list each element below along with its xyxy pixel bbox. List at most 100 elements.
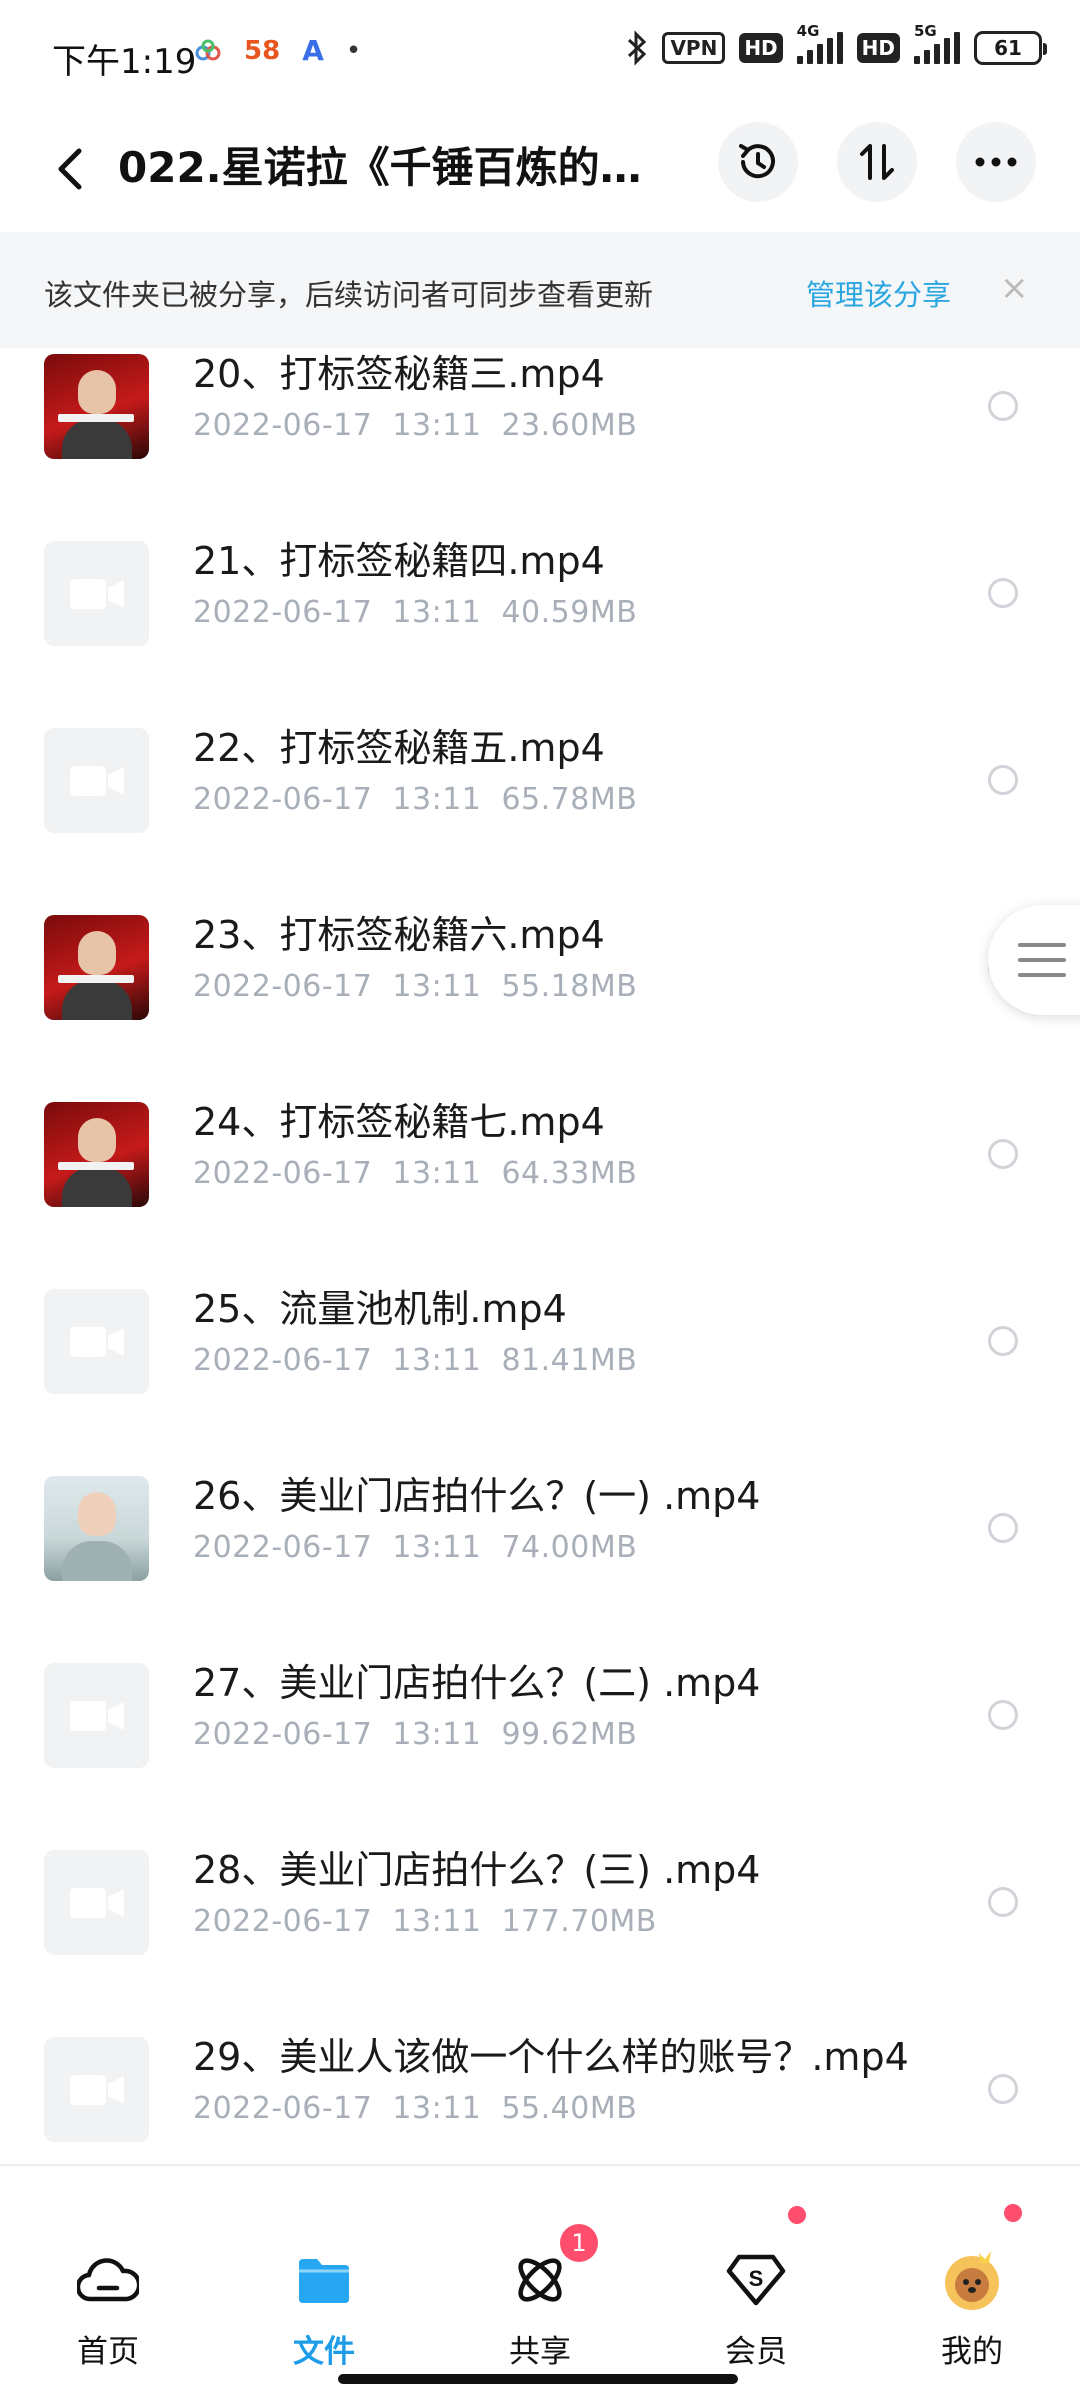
file-name: 20、打标签秘籍三.mp4 (193, 352, 605, 396)
manage-share-link[interactable]: 管理该分享 (806, 272, 951, 314)
file-name: 29、美业人该做一个什么样的账号？.mp4 (193, 2035, 909, 2079)
select-radio[interactable] (988, 1700, 1018, 1730)
file-meta: 2022-06-17 13:11 55.18MB (193, 969, 638, 1004)
video-placeholder-thumbnail (44, 541, 149, 646)
select-radio[interactable] (988, 2074, 1018, 2104)
video-thumbnail (44, 1476, 149, 1581)
file-name: 22、打标签秘籍五.mp4 (193, 726, 605, 770)
thumbnail-person-body (62, 1541, 132, 1581)
file-row[interactable]: 25、流量池机制.mp4 2022-06-17 13:11 81.41MB (0, 1208, 1080, 1395)
video-placeholder-thumbnail (44, 2037, 149, 2142)
nav-files-label: 文件 (293, 2334, 355, 2370)
history-button[interactable] (718, 122, 798, 202)
share-atom-icon (506, 2246, 574, 2314)
vip-dot (788, 2206, 806, 2224)
file-meta: 2022-06-17 13:11 74.00MB (193, 1530, 638, 1565)
page-title: 022.星诺拉《千锤百炼的… (118, 143, 642, 192)
file-list: 20、打标签秘籍三.mp4 2022-06-17 13:11 23.60MB 21、… (0, 348, 1080, 2158)
file-meta: 2022-06-17 13:11 99.62MB (193, 1717, 638, 1752)
select-radio[interactable] (988, 765, 1018, 795)
file-row[interactable]: 23、打标签秘籍六.mp4 2022-06-17 13:11 55.18MB (0, 834, 1080, 1021)
file-name: 25、流量池机制.mp4 (193, 1287, 567, 1331)
video-thumbnail (44, 354, 149, 459)
video-placeholder-thumbnail (44, 728, 149, 833)
sort-icon (860, 144, 894, 180)
app-58-icon: 58 (244, 35, 281, 66)
share-banner-text: 该文件夹已被分享，后续访问者可同步查看更新 (44, 278, 654, 312)
svg-text:S: S (749, 2266, 764, 2291)
thumbnail-person-body (62, 1167, 132, 1207)
video-thumbnail (44, 1102, 149, 1207)
hd-icon-2: HD (856, 33, 900, 63)
thumbnail-caption (58, 975, 134, 983)
video-camera-icon (69, 765, 124, 796)
file-name: 23、打标签秘籍六.mp4 (193, 913, 605, 957)
share-badge: 1 (560, 2224, 598, 2262)
nav-vip[interactable]: S 会员 (666, 2166, 846, 2370)
thumbnail-person-head (78, 1492, 116, 1536)
status-app-icons: 58 A • (194, 34, 361, 67)
app-a-icon: A (302, 34, 324, 67)
nav-home-label: 首页 (77, 2334, 139, 2370)
file-name: 21、打标签秘籍四.mp4 (193, 539, 605, 583)
file-row[interactable]: 26、美业门店拍什么？(一) .mp4 2022-06-17 13:11 74.0… (0, 1395, 1080, 1582)
select-radio[interactable] (988, 1887, 1018, 1917)
file-row[interactable]: 24、打标签秘籍七.mp4 2022-06-17 13:11 64.33MB (0, 1021, 1080, 1208)
bluetooth-icon (628, 30, 647, 66)
select-radio[interactable] (988, 578, 1018, 608)
nav-me-label: 我的 (941, 2334, 1003, 2370)
nav-me[interactable]: 我的 (882, 2166, 1062, 2370)
bottom-nav: 首页 文件 1 共享 S 会员 我的 (0, 2164, 1080, 2400)
video-placeholder-thumbnail (44, 1289, 149, 1394)
select-radio[interactable] (988, 1513, 1018, 1543)
video-placeholder-thumbnail (44, 1663, 149, 1768)
close-icon[interactable]: × (1000, 268, 1029, 308)
nav-files[interactable]: 文件 (234, 2166, 414, 2370)
back-icon (58, 148, 82, 190)
vip-shield-icon: S (722, 2246, 790, 2314)
back-button[interactable] (40, 134, 100, 204)
net-5g-label: 5G (914, 22, 937, 40)
video-camera-icon (69, 1700, 124, 1731)
hd-icon: HD (739, 33, 783, 63)
me-dot (1004, 2204, 1022, 2222)
file-row[interactable]: 20、打标签秘籍三.mp4 2022-06-17 13:11 23.60MB (0, 348, 1080, 460)
video-thumbnail (44, 915, 149, 1020)
share-banner: 该文件夹已被分享，后续访问者可同步查看更新 管理该分享 × (0, 232, 1080, 348)
video-placeholder-thumbnail (44, 1850, 149, 1955)
file-row[interactable]: 29、美业人该做一个什么样的账号？.mp4 2022-06-17 13:11 55… (0, 1956, 1080, 2143)
thumbnail-person-body (62, 980, 132, 1020)
history-icon (739, 144, 775, 179)
nav-home[interactable]: 首页 (18, 2166, 198, 2370)
file-name: 24、打标签秘籍七.mp4 (193, 1100, 605, 1144)
select-radio[interactable] (988, 1139, 1018, 1169)
video-camera-icon (69, 2074, 124, 2105)
thumbnail-person-head (78, 370, 116, 414)
status-time: 下午1:19 (52, 42, 197, 82)
signal-4g: 4G (796, 22, 843, 64)
file-row[interactable]: 28、美业门店拍什么？(三) .mp4 2022-06-17 13:11 177.… (0, 1769, 1080, 1956)
file-name: 26、美业门店拍什么？(一) .mp4 (193, 1474, 761, 1518)
sort-button[interactable] (837, 122, 917, 202)
video-camera-icon (69, 1326, 124, 1357)
thumbnail-person-body (62, 419, 132, 459)
signal-5g: 5G (914, 22, 960, 64)
file-row[interactable]: 21、打标签秘籍四.mp4 2022-06-17 13:11 40.59MB (0, 460, 1080, 647)
file-name: 27、美业门店拍什么？(二) .mp4 (193, 1661, 761, 1705)
file-row[interactable]: 27、美业门店拍什么？(二) .mp4 2022-06-17 13:11 99.6… (0, 1582, 1080, 1769)
header: 022.星诺拉《千锤百炼的… (0, 110, 1080, 230)
thumbnail-caption (58, 1162, 134, 1170)
nav-share[interactable]: 1 共享 (450, 2166, 630, 2370)
select-radio[interactable] (988, 391, 1018, 421)
file-row[interactable]: 22、打标签秘籍五.mp4 2022-06-17 13:11 65.78MB (0, 647, 1080, 834)
folder-icon (290, 2246, 358, 2314)
file-meta: 2022-06-17 13:11 177.70MB (193, 1904, 657, 1939)
home-indicator[interactable] (338, 2374, 738, 2384)
more-button[interactable] (956, 122, 1036, 202)
file-meta: 2022-06-17 13:11 23.60MB (193, 408, 638, 443)
file-name: 28、美业门店拍什么？(三) .mp4 (193, 1848, 761, 1892)
select-radio[interactable] (988, 1326, 1018, 1356)
net-4g-label: 4G (796, 22, 820, 40)
video-camera-icon (69, 578, 124, 609)
thumbnail-person-head (78, 931, 116, 975)
